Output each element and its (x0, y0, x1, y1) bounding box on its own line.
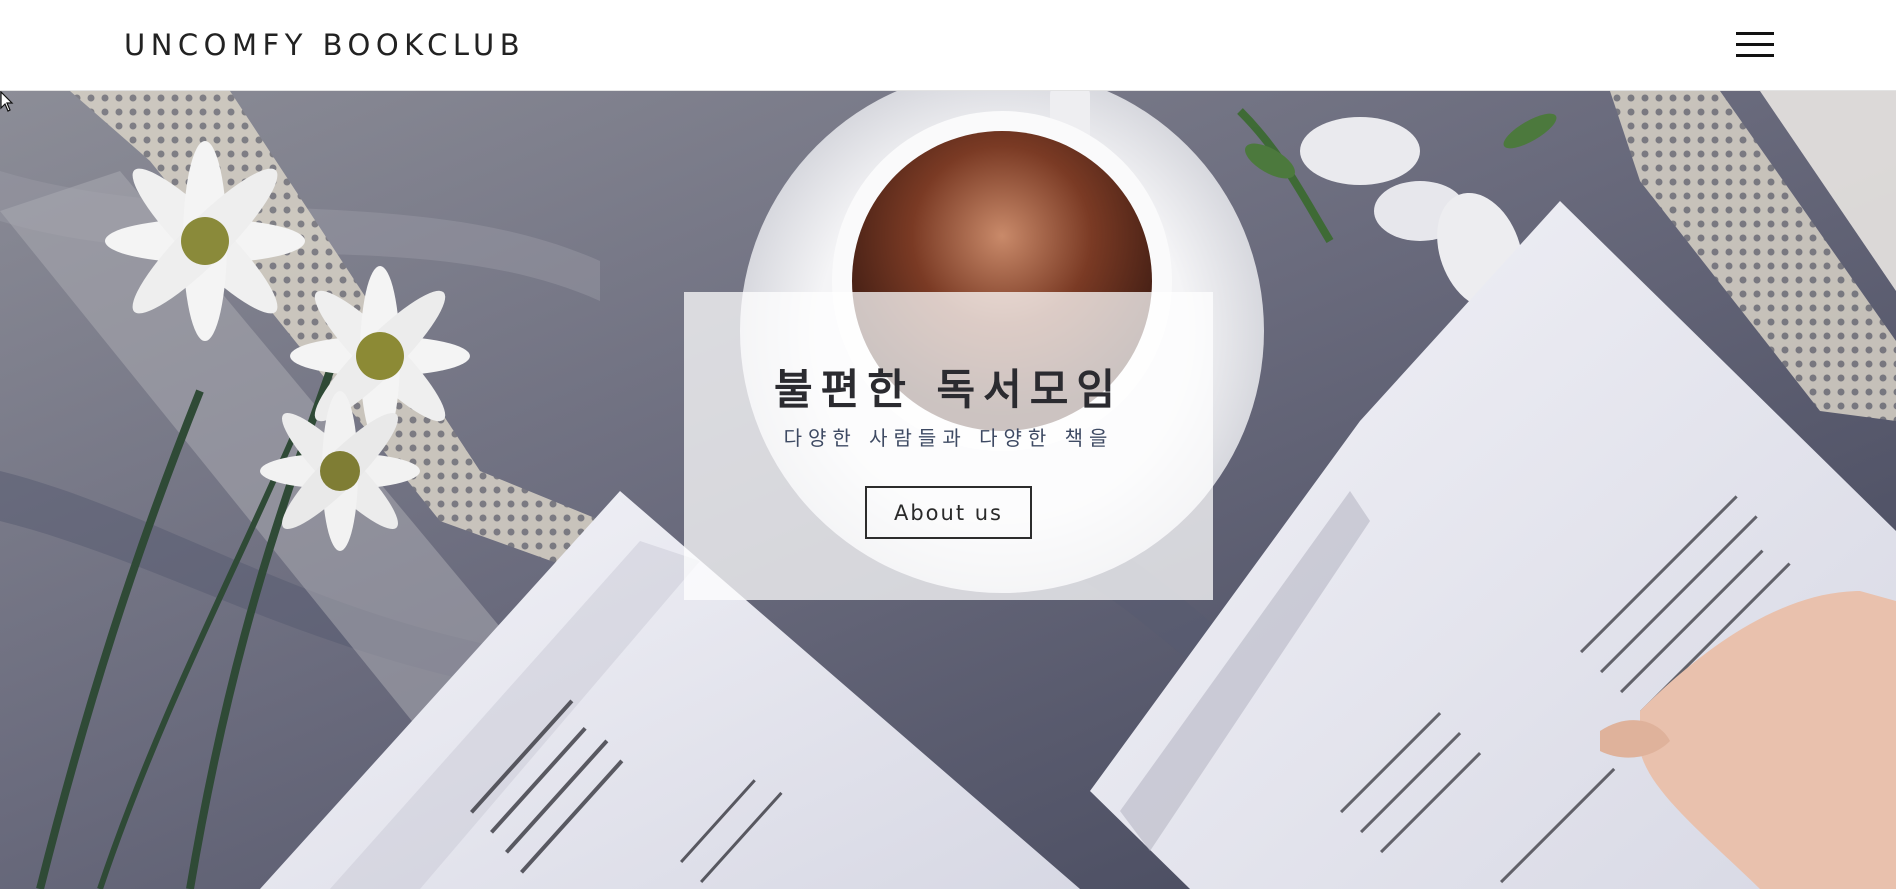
hero-overlay-panel: 불편한 독서모임 다양한 사람들과 다양한 책을 About us (684, 292, 1213, 600)
hero-subtitle: 다양한 사람들과 다양한 책을 (783, 426, 1114, 450)
hamburger-menu-icon[interactable] (1732, 26, 1776, 64)
top-navbar: UNCOMFY BOOKCLUB (0, 0, 1896, 91)
menu-bar-top (1736, 32, 1774, 35)
about-us-button[interactable]: About us (865, 486, 1032, 539)
hero-section: 불편한 독서모임 다양한 사람들과 다양한 책을 About us (0, 91, 1896, 889)
hero-title: 불편한 독서모임 (773, 365, 1124, 414)
menu-bar-middle (1736, 43, 1774, 46)
brand-logo-text[interactable]: UNCOMFY BOOKCLUB (124, 28, 525, 62)
mouse-cursor-icon (0, 91, 14, 112)
menu-bar-bottom (1736, 54, 1774, 57)
